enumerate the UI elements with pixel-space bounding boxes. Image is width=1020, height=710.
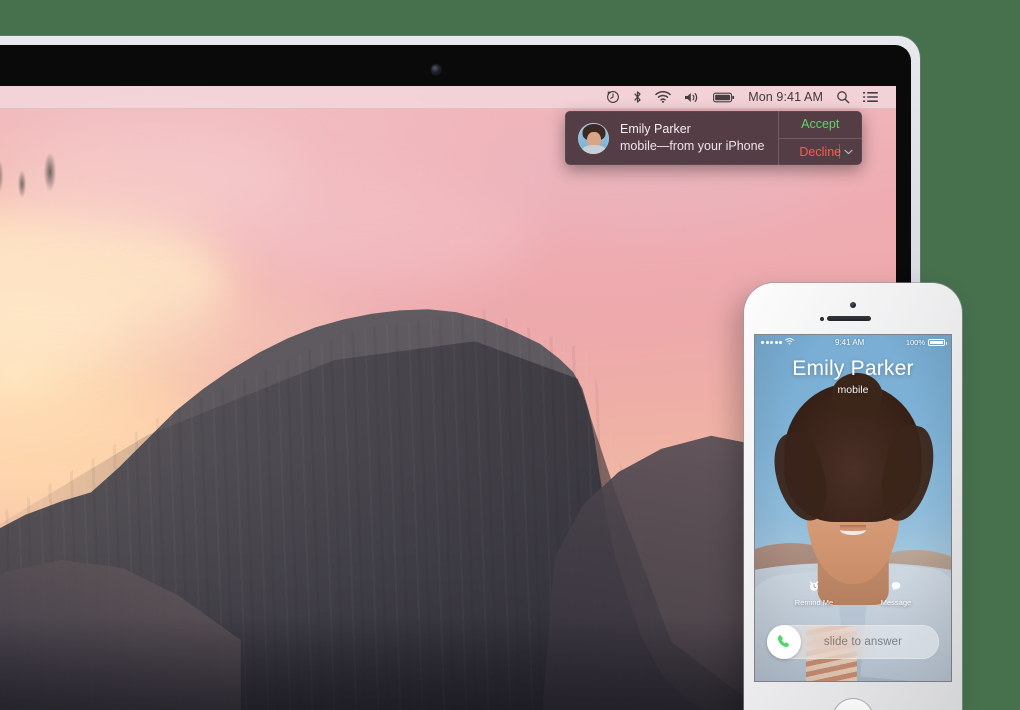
decline-call-button[interactable]: Decline	[778, 137, 862, 166]
iphone-status-time: 9:41 AM	[834, 338, 865, 347]
menubar-clock[interactable]: Mon 9:41 AM	[748, 91, 823, 104]
notification-text: Emily Parker mobile—from your iPhone	[620, 121, 765, 154]
status-right: 100%	[905, 338, 947, 347]
iphone-device: 9:41 AM 100% Emily Parker mobile Remind …	[744, 283, 962, 710]
battery-icon[interactable]	[713, 92, 735, 103]
notification-subtitle: mobile—from your iPhone	[620, 138, 765, 153]
time-machine-icon[interactable]	[606, 90, 620, 104]
earpiece-speaker-icon	[827, 316, 871, 321]
cellular-signal-dots-icon	[761, 341, 782, 344]
slide-to-answer-slider[interactable]: slide to answer	[767, 625, 939, 659]
wifi-icon	[784, 338, 794, 347]
remind-me-button[interactable]: Remind Me	[795, 580, 833, 607]
wifi-icon[interactable]	[655, 91, 671, 103]
iphone-top-hardware	[744, 302, 962, 328]
message-label: Message	[880, 598, 912, 607]
contact-avatar	[578, 122, 609, 154]
battery-percent-label: 100%	[905, 338, 925, 347]
remind-me-label: Remind Me	[794, 598, 834, 607]
volume-icon[interactable]	[684, 91, 700, 104]
avatar-shoulders	[581, 144, 606, 154]
decline-separator	[839, 144, 840, 160]
proximity-sensor-icon	[820, 317, 824, 321]
call-quick-actions: Remind Me Message	[755, 580, 951, 607]
notification-body: Emily Parker mobile—from your iPhone	[565, 111, 778, 165]
caller-name: Emily Parker	[792, 357, 914, 380]
iphone-screen: 9:41 AM 100% Emily Parker mobile Remind …	[755, 335, 951, 681]
scene-root: Mon 9:41 AM Emily Parker mobile—from you…	[0, 0, 1020, 710]
alarm-clock-icon	[808, 580, 820, 595]
facetime-camera-icon	[431, 65, 440, 74]
spotlight-search-icon[interactable]	[836, 90, 850, 104]
notification-actions: Accept Decline	[777, 111, 862, 166]
battery-full-icon	[928, 338, 947, 347]
accept-call-button[interactable]: Accept	[779, 111, 862, 138]
slide-to-answer-label: slide to answer	[823, 636, 903, 648]
status-left	[761, 338, 794, 347]
green-phone-handset-icon[interactable]	[767, 625, 801, 659]
bluetooth-icon[interactable]	[633, 90, 642, 104]
caller-info: Emily Parker mobile	[755, 357, 951, 396]
notification-center-icon[interactable]	[863, 91, 878, 103]
notification-caller-name: Emily Parker	[620, 121, 691, 136]
iphone-status-bar: 9:41 AM 100%	[755, 335, 951, 350]
message-bubble-icon	[890, 580, 902, 595]
message-button[interactable]: Message	[881, 580, 911, 607]
decline-label: Decline	[799, 144, 842, 159]
macos-menubar: Mon 9:41 AM	[0, 86, 896, 109]
caller-number-label: mobile	[837, 384, 869, 397]
front-camera-icon	[850, 302, 856, 308]
chevron-down-icon[interactable]	[844, 147, 853, 157]
incoming-call-notification[interactable]: Emily Parker mobile—from your iPhone Acc…	[565, 111, 862, 165]
